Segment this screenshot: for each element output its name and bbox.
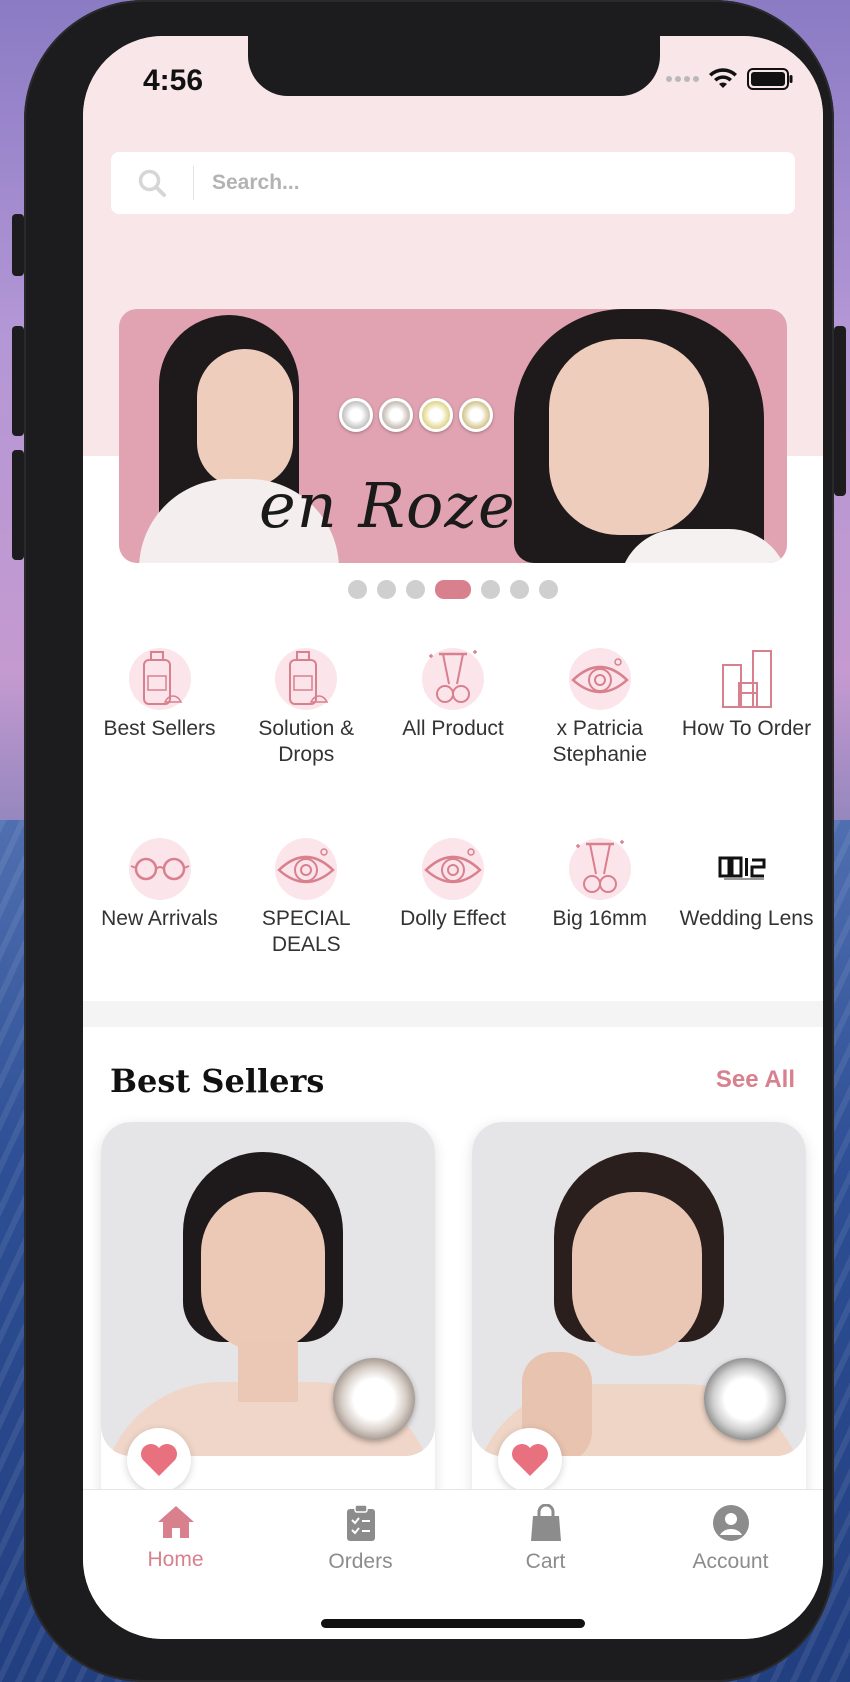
- pager-dot[interactable]: [377, 580, 396, 599]
- banner-model-left-face: [197, 349, 293, 487]
- banner-lens-3: [419, 398, 453, 432]
- category-label: Dolly Effect: [400, 907, 506, 930]
- category-label: Wedding Lens: [679, 907, 814, 930]
- category-label: New Arrivals: [101, 907, 218, 930]
- banner-lens-2: [379, 398, 413, 432]
- home-icon: [157, 1506, 194, 1538]
- category-dolly-effect[interactable]: Dolly Effect: [381, 838, 526, 1028]
- eye-lens-icon: [275, 838, 338, 900]
- category-label: x Patricia Stephanie: [552, 717, 648, 766]
- banner-lens-1: [339, 398, 373, 432]
- qris-logo-icon: [716, 838, 778, 900]
- category-best-sellers[interactable]: Best Sellers: [87, 648, 232, 838]
- category-all-product[interactable]: All Product: [381, 648, 526, 838]
- search-bar[interactable]: [111, 152, 795, 214]
- product-card[interactable]: [472, 1122, 806, 1542]
- battery-icon: [747, 68, 793, 90]
- status-time: 4:56: [143, 64, 204, 97]
- heart-icon: [512, 1444, 548, 1476]
- pager-dot[interactable]: [481, 580, 500, 599]
- banner-lens-4: [459, 398, 493, 432]
- lotion-bottle-icon: [128, 648, 191, 710]
- pager-dot[interactable]: [406, 580, 425, 599]
- banner-brand-text: en Roze: [259, 469, 516, 542]
- home-indicator[interactable]: [321, 1619, 585, 1628]
- product-card[interactable]: [101, 1122, 435, 1542]
- category-special-deals[interactable]: SPECIAL DEALS: [234, 838, 379, 1028]
- bottom-tab-bar: Home Orders Cart Account: [83, 1489, 823, 1639]
- eyelash-curler-icon: [568, 838, 631, 900]
- product-model-face: [201, 1192, 325, 1352]
- eye-lens-icon: [422, 838, 484, 900]
- pager-dot[interactable]: [539, 580, 558, 599]
- eyelash-curler-icon: [422, 648, 484, 710]
- tab-account[interactable]: Account: [638, 1490, 823, 1639]
- tab-orders[interactable]: Orders: [268, 1490, 453, 1639]
- status-icons: [666, 68, 793, 90]
- category-label: Solution & Drops: [258, 717, 355, 766]
- promo-banner[interactable]: en Roze: [119, 309, 787, 563]
- wishlist-button[interactable]: [498, 1428, 562, 1492]
- category-wedding-lens[interactable]: Wedding Lens: [674, 838, 819, 1028]
- tab-label: Orders: [328, 1550, 393, 1573]
- phone-frame: 4:56 Search... en Roze Best Sellers Solu…: [12, 0, 846, 1682]
- product-model-face: [572, 1192, 702, 1356]
- tab-label: Account: [692, 1550, 769, 1573]
- tab-home[interactable]: Home: [83, 1490, 268, 1639]
- clipboard-icon: [346, 1504, 375, 1541]
- shopping-bag-icon: [530, 1504, 561, 1541]
- category-label: All Product: [402, 717, 504, 740]
- wifi-icon: [709, 68, 737, 88]
- pager-dot[interactable]: [510, 580, 529, 599]
- device-notch: [248, 36, 660, 96]
- section-separator: [83, 1001, 823, 1027]
- search-icon: [111, 152, 193, 214]
- tab-cart[interactable]: Cart: [453, 1490, 638, 1639]
- category-new-arrivals[interactable]: New Arrivals: [87, 838, 232, 1028]
- volume-down-button: [12, 450, 24, 560]
- banner-model-right-face: [549, 339, 709, 535]
- product-lens-swatch: [704, 1358, 786, 1440]
- tab-label: Cart: [525, 1550, 566, 1573]
- category-label: How To Order: [681, 717, 812, 740]
- search-input[interactable]: [194, 171, 754, 195]
- category-patricia-stephanie[interactable]: x Patricia Stephanie: [527, 648, 672, 838]
- power-button: [834, 326, 846, 496]
- product-lens-swatch: [333, 1358, 415, 1440]
- volume-up-button: [12, 326, 24, 436]
- category-big-16mm[interactable]: Big 16mm: [527, 838, 672, 1028]
- category-solution-drops[interactable]: Solution & Drops: [234, 648, 379, 838]
- category-how-to-order[interactable]: How To Order: [674, 648, 819, 838]
- category-label: Best Sellers: [103, 717, 216, 740]
- tab-label: Home: [147, 1548, 204, 1571]
- product-model-neck: [238, 1342, 298, 1402]
- category-label: Big 16mm: [552, 907, 648, 930]
- mute-switch: [12, 214, 24, 276]
- best-sellers-title: Best Sellers: [110, 1062, 325, 1100]
- pager-dot[interactable]: [348, 580, 367, 599]
- banner-pager[interactable]: [83, 580, 823, 599]
- pager-dot-active[interactable]: [435, 580, 471, 599]
- category-label: SPECIAL DEALS: [261, 907, 351, 956]
- user-circle-icon: [712, 1505, 749, 1541]
- wishlist-button[interactable]: [127, 1428, 191, 1492]
- app-screen: 4:56 Search... en Roze Best Sellers Solu…: [83, 36, 823, 1639]
- boxes-icon: [716, 648, 778, 710]
- signal-icon: [666, 76, 699, 82]
- heart-icon: [141, 1444, 177, 1476]
- category-grid: Best Sellers Solution & Drops All Produc…: [83, 648, 823, 1028]
- see-all-link[interactable]: See All: [716, 1066, 795, 1094]
- eye-lens-icon: [568, 648, 631, 710]
- lotion-bottle-icon: [275, 648, 338, 710]
- glasses-icon: [128, 838, 191, 900]
